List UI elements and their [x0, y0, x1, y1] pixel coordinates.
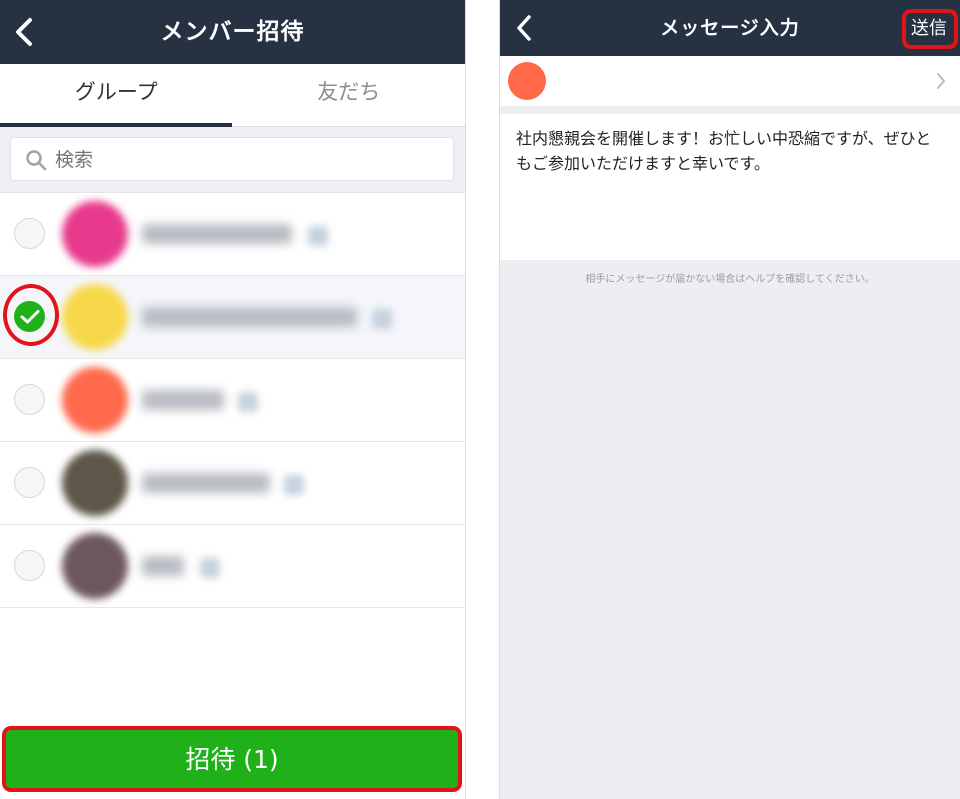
- member-count-badge: [238, 392, 258, 412]
- group-name-blurred: [142, 307, 357, 327]
- message-input-screen: メッセージ入力 送信 社内懇親会を開催します！お忙しい中恐縮ですが、ぜひともご参…: [499, 0, 960, 799]
- checkbox[interactable]: [14, 550, 45, 581]
- group-row-selected[interactable]: [0, 276, 465, 359]
- checkbox[interactable]: [14, 218, 45, 249]
- search-bar: [0, 127, 465, 193]
- group-list: [0, 193, 465, 608]
- group-row[interactable]: [0, 442, 465, 525]
- navigation-bar: メッセージ入力 送信: [500, 0, 960, 56]
- group-row[interactable]: [0, 193, 465, 276]
- avatar: [62, 284, 128, 350]
- page-title: メッセージ入力: [660, 17, 800, 39]
- avatar: [62, 367, 128, 433]
- member-count-badge: [308, 226, 328, 246]
- search-field[interactable]: [10, 137, 454, 182]
- search-icon: [25, 149, 47, 171]
- message-text: 社内懇親会を開催します！お忙しい中恐縮ですが、ぜひともご参加いただけますと幸いで…: [516, 129, 932, 173]
- member-count-badge: [372, 309, 392, 329]
- checkbox[interactable]: [14, 384, 45, 415]
- member-count-badge: [284, 475, 304, 495]
- group-name-blurred: [142, 473, 270, 493]
- member-count-badge: [200, 558, 220, 578]
- avatar: [62, 450, 128, 516]
- group-name-blurred: [142, 390, 224, 410]
- navigation-bar: メンバー招待: [0, 0, 465, 64]
- invite-members-screen: メンバー招待 グループ 友だち 検索 招待 (1): [0, 0, 466, 799]
- search-input[interactable]: [53, 138, 437, 182]
- avatar: [62, 201, 128, 267]
- checkbox[interactable]: [14, 467, 45, 498]
- tab-groups[interactable]: グループ: [0, 64, 233, 126]
- checkbox-highlight-ring: [3, 284, 59, 346]
- group-name-blurred: [142, 556, 184, 576]
- recipient-row[interactable]: [500, 56, 960, 106]
- group-name-blurred: [142, 224, 292, 244]
- tab-friends[interactable]: 友だち: [233, 64, 466, 126]
- invite-button-highlight: [2, 726, 462, 792]
- page-title: メンバー招待: [160, 19, 305, 45]
- send-button-highlight: [902, 9, 958, 49]
- group-row[interactable]: [0, 525, 465, 608]
- avatar: [508, 62, 546, 100]
- tab-bar: グループ 友だち: [0, 64, 465, 127]
- help-hint: 相手にメッセージが届かない場合はヘルプを確認してください。: [585, 274, 875, 285]
- group-row[interactable]: [0, 359, 465, 442]
- message-textarea[interactable]: 社内懇親会を開催します！お忙しい中恐縮ですが、ぜひともご参加いただけますと幸いで…: [500, 114, 960, 260]
- avatar: [62, 533, 128, 599]
- chevron-right-icon: [936, 72, 946, 90]
